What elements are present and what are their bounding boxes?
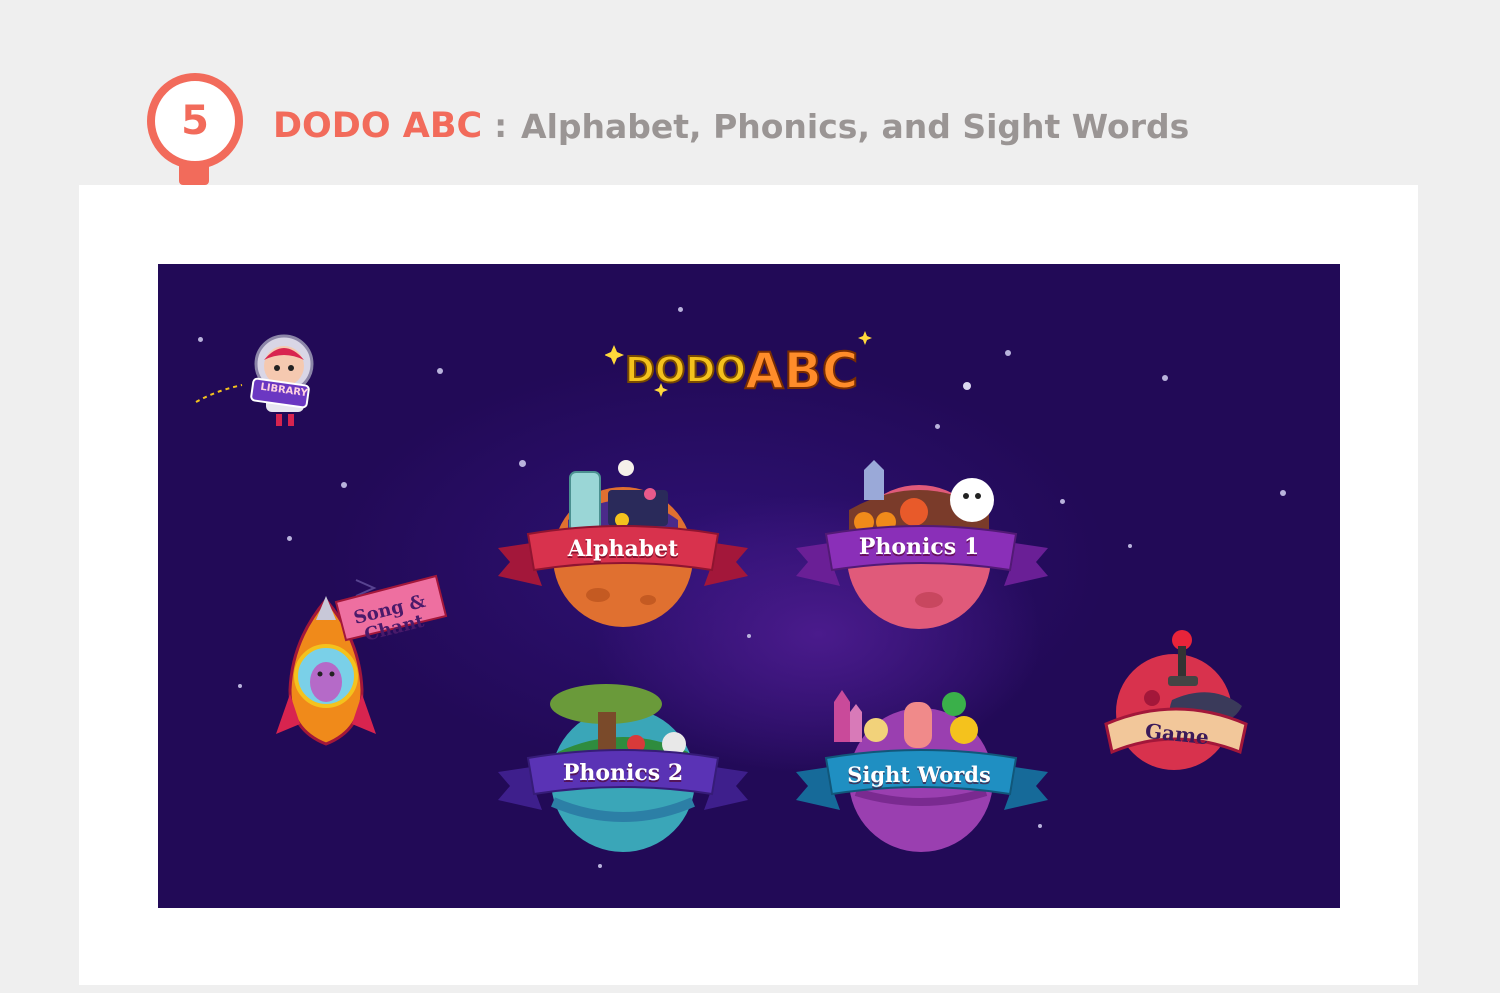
menu-phonics2[interactable]: Phonics 2: [498, 682, 748, 854]
song-chant-button[interactable]: Song & Chant: [244, 564, 448, 764]
star: [1128, 544, 1132, 548]
app-screenshot: DODO ABC LIBRARY Alphabet Phonics 1 Phon…: [158, 264, 1340, 908]
star: [935, 424, 940, 429]
star: [1162, 375, 1168, 381]
star: [437, 368, 443, 374]
menu-alphabet[interactable]: Alphabet: [498, 460, 748, 630]
menu-sightwords-label: Sight Words: [847, 762, 991, 787]
menu-alphabet-label: Alphabet: [567, 536, 679, 562]
star: [1060, 499, 1065, 504]
star: [678, 307, 683, 312]
section-heading: DODO ABC : Alphabet, Phonics, and Sight …: [273, 100, 1189, 152]
star: [341, 482, 347, 488]
step-badge: 5: [147, 73, 243, 169]
logo-word-abc: ABC: [745, 342, 859, 400]
logo-word-dodo: DODO: [625, 350, 746, 391]
game-button[interactable]: Game: [1102, 628, 1252, 774]
star: [747, 634, 751, 638]
dodo-abc-logo: DODO ABC: [605, 331, 872, 400]
menu-phonics2-label: Phonics 2: [562, 760, 684, 786]
star: [963, 382, 971, 390]
menu-phonics1[interactable]: Phonics 1: [794, 460, 1050, 630]
library-button[interactable]: LIBRARY: [194, 330, 324, 440]
step-marker: 5: [147, 73, 243, 185]
step-marker-stem: [179, 165, 209, 185]
heading-subtitle: Alphabet, Phonics, and Sight Words: [521, 106, 1190, 146]
menu-sightwords[interactable]: Sight Words: [794, 682, 1050, 854]
step-number: 5: [181, 98, 209, 144]
star: [287, 536, 292, 541]
heading-brand: DODO ABC: [273, 106, 483, 146]
star: [1280, 490, 1286, 496]
star: [238, 684, 242, 688]
heading-separator: :: [494, 107, 508, 145]
menu-phonics1-label: Phonics 1: [858, 534, 980, 560]
star: [598, 864, 602, 868]
joystick-planet-icon: [1104, 630, 1248, 770]
star: [1005, 350, 1011, 356]
